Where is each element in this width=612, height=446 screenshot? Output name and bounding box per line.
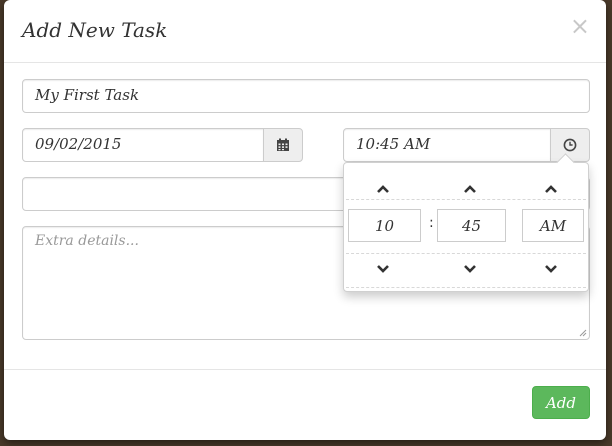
- hour-increment-button[interactable]: [368, 179, 398, 199]
- meridian-field[interactable]: AM: [522, 209, 584, 242]
- chevron-up-icon: [545, 185, 557, 193]
- divider: [346, 199, 586, 200]
- clock-icon: [563, 138, 577, 152]
- date-input[interactable]: 09/02/2015: [22, 128, 264, 162]
- time-input[interactable]: 10:45 AM: [343, 128, 551, 162]
- chevron-down-icon: [545, 265, 557, 273]
- divider: [346, 287, 586, 288]
- chevron-up-icon: [377, 185, 389, 193]
- calendar-icon: [277, 138, 289, 151]
- minute-decrement-button[interactable]: [455, 259, 485, 279]
- add-button[interactable]: Add: [532, 386, 590, 419]
- date-value: 09/02/2015: [35, 135, 122, 153]
- timepicker-dropdown: 10 : 45 AM: [343, 153, 589, 292]
- chevron-down-icon: [464, 265, 476, 273]
- meridian-toggle-down-button[interactable]: [536, 259, 566, 279]
- modal-header: Add New Task ×: [4, 0, 606, 63]
- meridian-toggle-up-button[interactable]: [536, 179, 566, 199]
- calendar-button[interactable]: [263, 128, 303, 162]
- details-placeholder: Extra details...: [35, 233, 139, 249]
- minute-increment-button[interactable]: [455, 179, 485, 199]
- modal-title: Add New Task: [22, 18, 168, 42]
- task-name-input[interactable]: My First Task: [22, 79, 590, 113]
- time-value: 10:45 AM: [356, 135, 431, 153]
- close-icon[interactable]: ×: [570, 14, 590, 38]
- add-task-modal: Add New Task × My First Task 09/02/2015 …: [4, 0, 606, 440]
- divider: [346, 253, 586, 254]
- minute-field[interactable]: 45: [437, 209, 506, 242]
- hour-field[interactable]: 10: [348, 209, 421, 242]
- task-name-value: My First Task: [35, 86, 140, 104]
- time-separator: :: [429, 215, 434, 231]
- hour-decrement-button[interactable]: [368, 259, 398, 279]
- resize-handle-icon[interactable]: [579, 329, 587, 337]
- modal-footer: [4, 369, 606, 440]
- chevron-up-icon: [464, 185, 476, 193]
- chevron-down-icon: [377, 265, 389, 273]
